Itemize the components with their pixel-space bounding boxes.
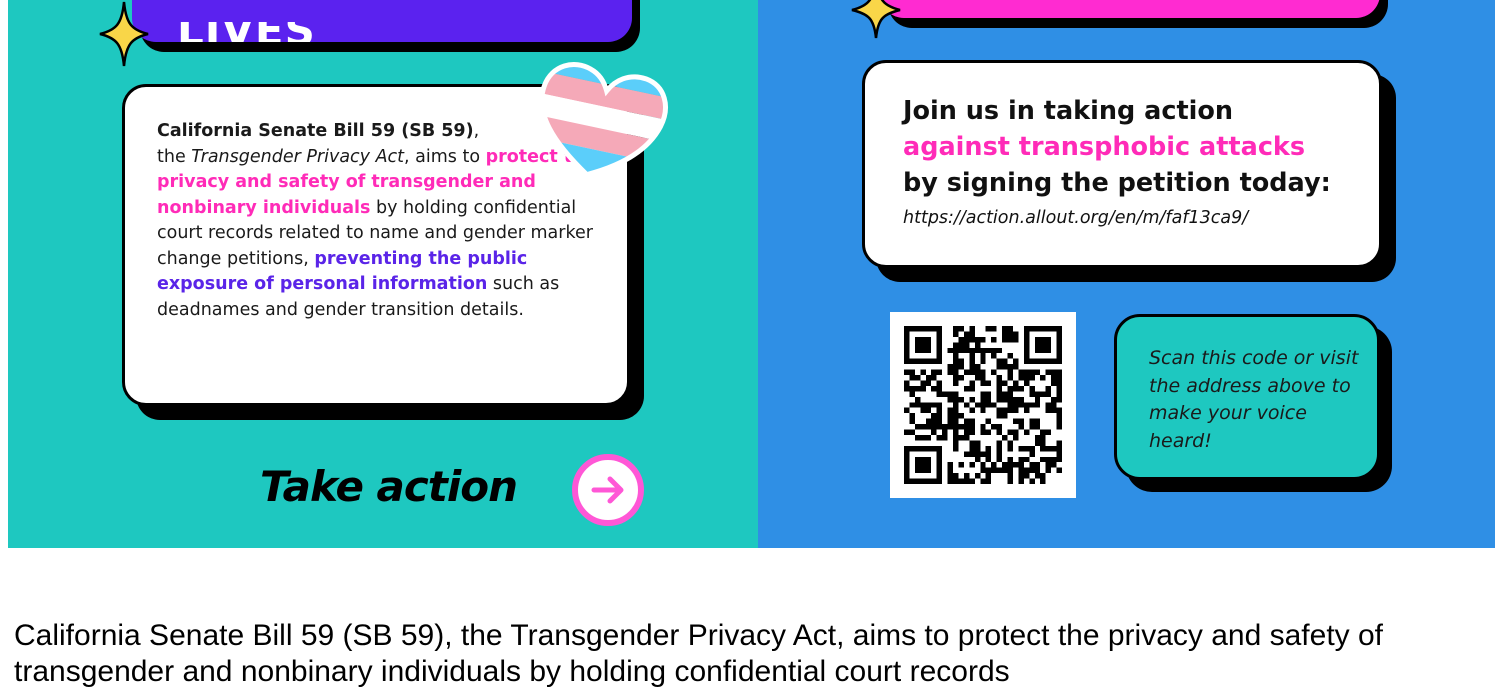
- image-caption: California Senate Bill 59 (SB 59), the T…: [14, 619, 1384, 688]
- take-action-label-wrap[interactable]: Take action: [260, 456, 518, 516]
- petition-line-3: by signing the petition today:: [903, 168, 1331, 198]
- scan-instructions-card: Scan this code or visit the address abov…: [1114, 314, 1380, 480]
- qr-code-icon: [904, 326, 1062, 484]
- petition-url[interactable]: https://action.allout.org/en/m/faf13ca9/: [903, 203, 1379, 233]
- arrow-right-icon: [591, 476, 624, 504]
- text-fragment: the: [157, 146, 192, 167]
- text-fragment: ,: [473, 121, 480, 141]
- sparkle-icon: [99, 1, 149, 67]
- scan-instructions-text: Scan this code or visit the address abov…: [1149, 347, 1359, 452]
- left-heading-text: LIVES: [177, 22, 316, 42]
- bill-name: California Senate Bill 59 (SB 59): [157, 121, 474, 141]
- trans-flag-heart-icon: [528, 58, 670, 188]
- petition-card: Join us in taking action against transph…: [862, 60, 1382, 268]
- take-action-label[interactable]: Take action: [260, 462, 518, 511]
- sparkle-icon: [851, 0, 901, 39]
- petition-line-2: against transphobic attacks: [903, 132, 1306, 162]
- qr-code[interactable]: [890, 312, 1076, 498]
- act-name: Transgender Privacy Act: [191, 146, 405, 167]
- right-heading-banner: [880, 0, 1380, 18]
- take-action-arrow-button[interactable]: [572, 454, 644, 526]
- text-fragment: , aims to: [404, 146, 486, 167]
- left-heading-banner: LIVES: [132, 0, 632, 42]
- petition-line-1: Join us in taking action: [903, 96, 1234, 126]
